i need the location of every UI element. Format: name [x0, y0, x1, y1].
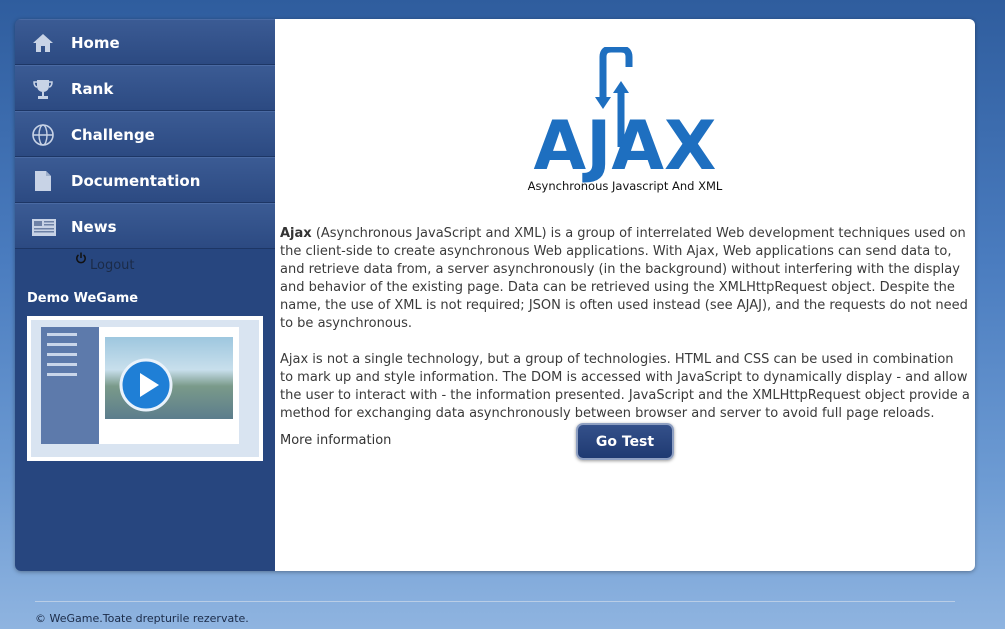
app-frame: Home Rank Challenge Documentation News L… [15, 19, 975, 571]
power-icon [75, 252, 87, 264]
home-icon [31, 31, 55, 55]
more-information-link[interactable]: More information [280, 433, 391, 448]
sidebar-item-label: Rank [71, 80, 114, 98]
sidebar-item-label: Documentation [71, 172, 201, 190]
logo-subtitle: Asynchronous Javascript And XML [528, 179, 723, 193]
sidebar-item-label: Home [71, 34, 120, 52]
ajax-technologies-paragraph: Ajax is not a single technology, but a g… [280, 352, 970, 421]
sidebar-item-news[interactable]: News [15, 203, 275, 249]
video-preview [31, 320, 259, 457]
main-content: AJAX Asynchronous Javascript And XML Aja… [275, 19, 975, 571]
sidebar-item-documentation[interactable]: Documentation [15, 157, 275, 203]
logout-label: Logout [90, 258, 135, 273]
document-icon [31, 169, 55, 193]
sidebar-item-rank[interactable]: Rank [15, 65, 275, 111]
logo-title: AJAX [534, 107, 717, 186]
ajax-term: Ajax [280, 226, 312, 241]
globe-icon [31, 123, 55, 147]
sidebar-item-home[interactable]: Home [15, 19, 275, 65]
preview-sidebar [41, 327, 99, 444]
ajax-description-text: (Asynchronous JavaScript and XML) is a g… [280, 226, 968, 331]
demo-title: Demo WeGame [27, 291, 139, 306]
go-test-button[interactable]: Go Test [576, 423, 674, 460]
sidebar-item-label: News [71, 218, 117, 236]
sidebar-item-challenge[interactable]: Challenge [15, 111, 275, 157]
ajax-description: Ajax (Asynchronous JavaScript and XML) i… [280, 225, 970, 333]
sidebar-item-label: Challenge [71, 126, 155, 144]
play-icon[interactable] [119, 358, 173, 412]
demo-video-thumbnail[interactable] [27, 316, 263, 461]
sidebar: Home Rank Challenge Documentation News L… [15, 19, 275, 571]
footer-copyright: © WeGame.Toate drepturile rezervate. [35, 612, 249, 625]
newspaper-icon [31, 215, 56, 239]
ajax-logo: AJAX Asynchronous Javascript And XML [525, 45, 725, 197]
footer-divider [35, 601, 955, 602]
trophy-icon [31, 77, 55, 101]
